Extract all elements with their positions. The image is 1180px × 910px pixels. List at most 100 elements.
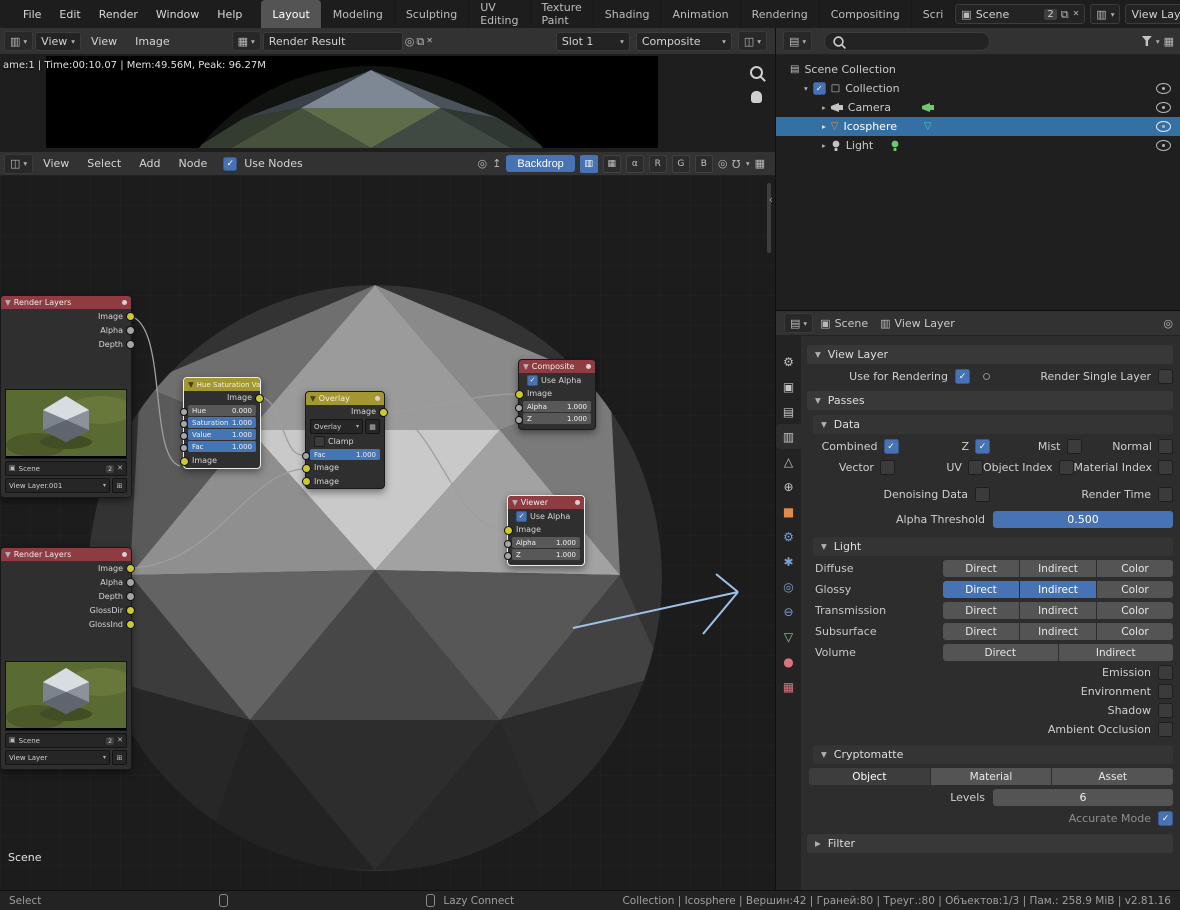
render-time-checkbox[interactable] xyxy=(1158,487,1173,502)
render-single-layer-button[interactable]: ⊞ xyxy=(112,478,127,493)
use-for-rendering-checkbox[interactable]: ✓ xyxy=(955,369,970,384)
node-header[interactable]: ▼ Viewer xyxy=(508,496,584,509)
image-mode-select[interactable]: View ▾ xyxy=(35,32,81,51)
node-header[interactable]: ▼ Hue Saturation Val... xyxy=(184,378,260,391)
menu-help[interactable]: Help xyxy=(208,0,251,28)
zoom-icon[interactable] xyxy=(750,66,763,79)
chevron-down-icon[interactable]: ▾ xyxy=(746,159,750,168)
scene-selector[interactable]: ▣ Scene 2 ⧉ ✕ xyxy=(955,4,1085,24)
glossy-indirect-button[interactable]: Indirect xyxy=(1020,581,1096,598)
socket-alpha-input[interactable] xyxy=(504,540,512,548)
editor-type-button-properties[interactable]: ▤ ▾ xyxy=(784,313,813,333)
viewlayer-selector[interactable]: View Layer ⧉ ✕ xyxy=(1125,4,1180,24)
expand-icon[interactable]: ▸ xyxy=(822,122,826,131)
workspace-tab-compositing[interactable]: Compositing xyxy=(820,0,912,28)
collapse-icon[interactable]: ▼ xyxy=(512,498,518,507)
scene-unlink-icon[interactable]: ✕ xyxy=(1073,10,1080,18)
subsurface-direct-button[interactable]: Direct xyxy=(943,623,1019,640)
use-alpha-checkbox[interactable]: ✓ xyxy=(527,375,538,386)
expand-icon[interactable]: ▸ xyxy=(822,103,826,112)
node-menu-view[interactable]: View xyxy=(35,157,77,170)
breadcrumb-scene[interactable]: Scene xyxy=(835,317,869,330)
z-field[interactable]: Z1.000 xyxy=(523,413,591,424)
tab-output-icon[interactable]: ▤ xyxy=(776,399,801,424)
backdrop-channel-b-button[interactable]: B xyxy=(695,155,713,173)
shadow-checkbox[interactable] xyxy=(1158,703,1173,718)
clamp-checkbox[interactable] xyxy=(314,436,325,447)
fac-slider[interactable]: Fac1.000 xyxy=(188,441,256,452)
menu-file[interactable]: File xyxy=(14,0,50,28)
scene-count-badge[interactable]: 2 xyxy=(106,465,114,473)
display-options-icon[interactable]: ▦ xyxy=(1164,36,1174,47)
node-menu-add[interactable]: Add xyxy=(131,157,168,170)
tab-object-data-icon[interactable]: ▽ xyxy=(776,624,801,649)
node-editor-view[interactable]: ▼ Render Layers Image Alpha Depth ▣ Scen… xyxy=(0,175,775,890)
workspace-tab-sculpting[interactable]: Sculpting xyxy=(395,0,469,28)
menu-render[interactable]: Render xyxy=(90,0,147,28)
workspace-tab-texture-paint[interactable]: Texture Paint xyxy=(531,0,594,28)
socket-image-input[interactable] xyxy=(515,390,524,399)
volume-indirect-button[interactable]: Indirect xyxy=(1059,644,1174,661)
workspace-tab-uv-editing[interactable]: UV Editing xyxy=(469,0,530,28)
tab-scene-icon[interactable]: △ xyxy=(776,449,801,474)
z-field[interactable]: Z1.000 xyxy=(512,549,580,560)
panel-filter[interactable]: ▶ Filter xyxy=(807,834,1173,853)
tab-object-icon[interactable]: ■ xyxy=(776,499,801,524)
collapse-icon[interactable]: ▼ xyxy=(5,298,11,307)
blend-mode-select[interactable]: Overlay ▾ xyxy=(310,419,363,434)
socket-glossdir-output[interactable] xyxy=(126,606,135,615)
socket-depth-output[interactable] xyxy=(126,340,135,349)
socket-alpha-output[interactable] xyxy=(126,326,135,335)
image-browse-button[interactable]: ▦ ▾ xyxy=(232,31,261,51)
uv-checkbox[interactable] xyxy=(968,460,983,475)
saturation-slider[interactable]: Saturation1.000 xyxy=(188,417,256,428)
search-input[interactable] xyxy=(850,34,954,49)
hue-slider[interactable]: Hue0.000 xyxy=(188,405,256,416)
node-menu-select[interactable]: Select xyxy=(79,157,129,170)
socket-z-input[interactable] xyxy=(504,552,512,560)
value-slider[interactable]: Value1.000 xyxy=(188,429,256,440)
node-scene-select[interactable]: ▣ Scene 2 ✕ xyxy=(5,733,127,748)
node-mix-overlay[interactable]: ▼ Overlay Image Overlay ▾ ▦ Clamp Fac1.0… xyxy=(305,391,385,489)
image-menu-image[interactable]: Image xyxy=(127,35,177,48)
volume-direct-button[interactable]: Direct xyxy=(943,644,1058,661)
editor-type-button-image[interactable]: ▥ ▾ xyxy=(4,31,33,51)
overlays-icon[interactable]: ▦ xyxy=(755,158,765,169)
socket-image-input[interactable] xyxy=(504,526,513,535)
collapse-icon[interactable]: ▼ xyxy=(310,394,316,403)
socket-depth-output[interactable] xyxy=(126,592,135,601)
object-index-checkbox[interactable] xyxy=(1059,460,1074,475)
slot-select[interactable]: Slot 1 ▾ xyxy=(556,32,630,51)
node-render-layers-2[interactable]: ▼ Render Layers Image Alpha Depth GlossD… xyxy=(0,547,132,770)
filter-funnel-icon[interactable] xyxy=(1142,36,1152,46)
backdrop-channel-r-button[interactable]: R xyxy=(649,155,667,173)
image-editor-view[interactable]: ame:1 | Time:00:10.07 | Mem:49.56M, Peak… xyxy=(0,54,775,152)
levels-field[interactable]: 6 xyxy=(993,789,1173,806)
socket-value-input[interactable] xyxy=(180,432,188,440)
hide-eye-icon[interactable] xyxy=(1156,83,1171,94)
outliner-row-light[interactable]: ▸ Light xyxy=(776,136,1180,155)
scene-user-count[interactable]: 2 xyxy=(1044,9,1056,20)
image-copy-icon[interactable]: ⧉ xyxy=(416,36,424,47)
diffuse-direct-button[interactable]: Direct xyxy=(943,560,1019,577)
transmission-indirect-button[interactable]: Indirect xyxy=(1020,602,1096,619)
socket-image-input[interactable] xyxy=(180,457,189,466)
decorator-dot[interactable] xyxy=(983,373,990,380)
emission-checkbox[interactable] xyxy=(1158,665,1173,680)
pin-icon[interactable]: ◎ xyxy=(478,158,488,169)
outliner-row-icosphere[interactable]: ▸ ▽ Icosphere ▽ xyxy=(776,117,1180,136)
hide-eye-icon[interactable] xyxy=(1156,121,1171,132)
transmission-color-button[interactable]: Color xyxy=(1097,602,1173,619)
node-header[interactable]: ▼ Render Layers xyxy=(1,548,131,561)
socket-image-output[interactable] xyxy=(255,394,264,403)
expand-icon[interactable]: ▸ xyxy=(822,141,826,150)
socket-image-output[interactable] xyxy=(126,312,135,321)
proportional-edit-icon[interactable]: ◎ xyxy=(718,158,728,169)
workspace-tab-shading[interactable]: Shading xyxy=(594,0,662,28)
socket-image-output[interactable] xyxy=(379,408,388,417)
denoising-data-checkbox[interactable] xyxy=(975,487,990,502)
socket-image1-input[interactable] xyxy=(302,464,311,473)
menu-edit[interactable]: Edit xyxy=(50,0,89,28)
vector-checkbox[interactable] xyxy=(880,460,895,475)
socket-alpha-input[interactable] xyxy=(515,404,523,412)
